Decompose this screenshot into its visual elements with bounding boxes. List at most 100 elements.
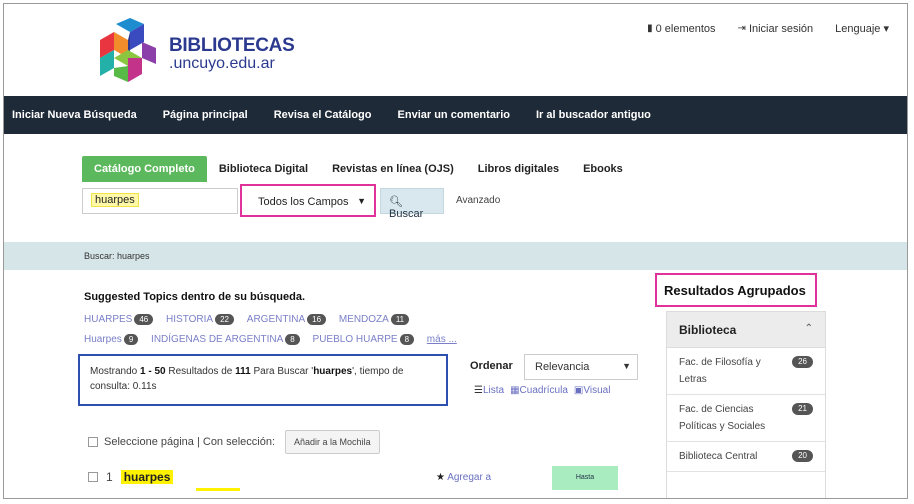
main-nav: Iniciar Nueva Búsqueda Página principal … (4, 96, 907, 134)
facet-group-title: Biblioteca (679, 323, 737, 337)
facet-item-label: Fac. de Filosofía y Letras (679, 357, 761, 385)
cart-label: 0 elementos (655, 22, 716, 35)
search-input[interactable]: huarpes (82, 188, 238, 214)
tab-digital-books[interactable]: Libros digitales (466, 156, 571, 182)
sort-select[interactable]: Relevancia ▼ (524, 354, 638, 380)
tab-ebooks[interactable]: Ebooks (571, 156, 635, 182)
tab-online-journals[interactable]: Revistas en línea (OJS) (320, 156, 466, 182)
search-tabs: Catálogo Completo Biblioteca Digital Rev… (82, 156, 635, 182)
select-page-checkbox[interactable] (88, 437, 98, 447)
brand-subtitle: .uncuyo.edu.ar (169, 55, 275, 72)
search-button-label: Buscar (389, 208, 424, 220)
search-field-value: Todos los Campos (258, 196, 349, 208)
cart-icon: ▮ (647, 23, 653, 34)
brand-title: BIBLIOTECAS (169, 35, 295, 56)
results-query: huarpes (313, 366, 353, 377)
view-grid-link[interactable]: ▦Cuadrícula (510, 385, 568, 396)
facet-panel: Biblioteca ⌃ Fac. de Filosofía y Letras … (666, 311, 826, 498)
grouped-results-heading: Resultados Agrupados (655, 273, 817, 307)
topic-label: Huarpes (84, 334, 122, 345)
topic-link[interactable]: HUARPES 46 (84, 310, 154, 330)
results-summary: Mostrando 1 - 50 Resultados de 111 Para … (78, 354, 448, 406)
tab-full-catalog[interactable]: Catálogo Completo (82, 156, 207, 182)
view-options: ☰Lista ▦Cuadrícula ▣Visual (474, 385, 610, 396)
topic-count: 22 (215, 314, 234, 325)
result-title-link[interactable]: huarpes (120, 470, 174, 484)
facet-item[interactable]: Fac. de Ciencias Políticas y Sociales 21 (667, 395, 825, 442)
add-to-favorites-link[interactable]: ★ Agregar a (436, 472, 491, 483)
caret-down-icon: ▼ (622, 361, 631, 371)
topic-count: 11 (390, 314, 410, 325)
selection-label: Seleccione página | Con selección: (104, 436, 276, 448)
topic-label: HUARPES (84, 314, 133, 325)
topic-link[interactable]: ARGENTINA 16 (246, 310, 327, 330)
bibliotecas-logo-icon[interactable] (86, 18, 164, 82)
topic-label: MENDOZA (338, 314, 389, 325)
facet-item-count: 20 (792, 450, 813, 462)
star-icon: ★ (436, 472, 445, 483)
topic-label: HISTORIA (166, 314, 214, 325)
suggested-topics: HUARPES 46 HISTORIA 22 ARGENTINA 16 MENDOZA… (84, 310, 484, 350)
results-prefix: Mostrando (90, 366, 141, 377)
topic-link[interactable]: INDÍGENAS DE ARGENTINA 8 (151, 330, 300, 350)
search-breadcrumb: Buscar: huarpes (84, 251, 150, 261)
topic-label: ARGENTINA (246, 314, 306, 325)
advanced-search-link[interactable]: Avanzado (456, 195, 500, 206)
result-number: 1 (106, 470, 113, 484)
view-grid-label: Cuadrícula (519, 385, 568, 396)
view-list-link[interactable]: ☰Lista (474, 385, 504, 396)
nav-new-search[interactable]: Iniciar Nueva Búsqueda (12, 109, 137, 121)
search-icon: 🔍︎ (389, 196, 403, 208)
cart-link[interactable]: ▮ 0 elementos (647, 23, 715, 35)
grid-icon: ▦ (510, 385, 520, 396)
result-checkbox[interactable] (88, 472, 98, 482)
facet-item-label: Biblioteca Central (679, 451, 758, 462)
results-for: Para Buscar ' (250, 366, 314, 377)
status-badge: Hasta (552, 466, 618, 490)
nav-home[interactable]: Página principal (163, 109, 248, 121)
sort-value: Relevancia (535, 361, 590, 373)
result-row: 1 huarpes (88, 470, 174, 484)
chevron-up-icon: ⌃ (804, 323, 813, 334)
topic-count: 8 (285, 334, 300, 345)
facet-item-count: 21 (792, 403, 813, 415)
facet-item-count: 26 (792, 356, 813, 368)
login-label: Iniciar sesión (748, 22, 814, 35)
view-list-label: Lista (482, 385, 505, 396)
search-field-select[interactable]: Todos los Campos ▼ (240, 184, 376, 217)
caret-down-icon: ▼ (357, 196, 366, 206)
add-to-bag-button[interactable]: Añadir a la Mochila (285, 430, 380, 454)
results-range: 1 - 50 (140, 366, 166, 377)
brand[interactable]: BIBLIOTECAS .uncuyo.edu.ar (169, 35, 295, 72)
visual-icon: ▣ (573, 385, 584, 396)
language-dropdown[interactable]: Lenguaje ▾ (835, 22, 889, 35)
facet-group-header[interactable]: Biblioteca ⌃ (667, 312, 825, 348)
search-form: huarpes Todos los Campos ▼ 🔍︎Buscar Avan… (82, 184, 512, 220)
search-breadcrumb-bar: Buscar: huarpes (4, 242, 907, 270)
results-total: 111 (235, 366, 251, 377)
view-visual-label: Visual (583, 385, 611, 396)
facet-item[interactable]: Biblioteca Central 20 (667, 442, 825, 472)
results-mid: Resultados de (165, 366, 236, 377)
nav-old-search[interactable]: Ir al buscador antiguo (536, 109, 651, 121)
topic-count: 16 (307, 314, 327, 325)
list-icon: ☰ (474, 385, 483, 396)
more-topics-link[interactable]: más ... (427, 330, 457, 350)
tab-digital-library[interactable]: Biblioteca Digital (207, 156, 320, 182)
topic-link[interactable]: PUEBLO HUARPE 8 (313, 330, 415, 350)
facet-item[interactable]: Fac. de Filosofía y Letras 26 (667, 348, 825, 395)
topic-count: 8 (399, 334, 415, 345)
login-link[interactable]: ⇥ Iniciar sesión (738, 23, 814, 35)
topic-link[interactable]: Huarpes 9 (84, 330, 139, 350)
nav-browse-catalog[interactable]: Revisa el Catálogo (274, 109, 372, 121)
top-bar: ▮ 0 elementos ⇥ Iniciar sesión Lenguaje ▾ (647, 22, 889, 36)
topic-count: 46 (134, 314, 154, 325)
page-frame: BIBLIOTECAS .uncuyo.edu.ar ▮ 0 elementos … (3, 3, 908, 499)
topic-link[interactable]: MENDOZA 11 (338, 310, 410, 330)
sign-in-icon: ⇥ (737, 23, 746, 34)
search-button[interactable]: 🔍︎Buscar (380, 188, 444, 220)
view-visual-link[interactable]: ▣Visual (574, 385, 611, 396)
nav-feedback[interactable]: Enviar un comentario (398, 109, 510, 121)
selection-row: Seleccione página | Con selección: Añadi… (88, 430, 380, 454)
topic-link[interactable]: HISTORIA 22 (166, 310, 234, 330)
